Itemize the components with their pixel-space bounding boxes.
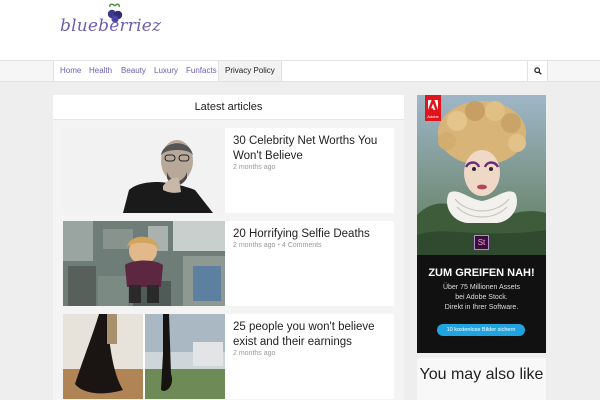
site-header: blueberriez	[0, 0, 600, 60]
stock-badge: St	[474, 235, 489, 250]
nav-item-funfacts[interactable]: Funfacts	[180, 61, 223, 81]
article-title[interactable]: 30 Celebrity Net Worths You Won't Believ…	[233, 134, 389, 164]
search-icon	[534, 67, 542, 75]
article-meta: 2 months ago	[233, 350, 275, 357]
article-meta: 2 months ago • 4 Comments	[233, 242, 322, 249]
nav-bar: Home Health Beauty Luxury Funfacts Priva…	[53, 61, 548, 81]
sidebar-ad[interactable]: Adobe St ZUM GREIFEN NAH! Über 75 Millio…	[417, 95, 546, 353]
ad-line: bei Adobe Stock.	[455, 294, 508, 301]
adobe-wordmark: Adobe	[427, 114, 439, 119]
ad-cta-button[interactable]: 10 kostenlose Bilder sichern	[437, 324, 525, 336]
article-time: 2 months ago	[233, 242, 276, 249]
ad-line: Über 75 Millionen Assets	[442, 284, 521, 291]
section-heading: Latest articles	[53, 95, 404, 120]
ad-subtext: Über 75 Millionen Assets bei Adobe Stock…	[417, 283, 546, 313]
nav-item-privacy-policy[interactable]: Privacy Policy	[218, 61, 282, 81]
article-thumbnail[interactable]	[63, 128, 225, 213]
article-card[interactable]: 20 Horrifying Selfie Deaths 2 months ago…	[63, 221, 394, 306]
ad-headline: ZUM GREIFEN NAH!	[428, 267, 535, 279]
ad-line: Direkt in Ihrer Software.	[444, 304, 519, 311]
portrait-image	[63, 128, 225, 213]
related-heading: You may also like	[419, 366, 544, 383]
rooftop-selfie-image	[63, 221, 225, 306]
article-title[interactable]: 25 people you won't believe exist and th…	[233, 320, 389, 350]
nav-item-beauty[interactable]: Beauty	[115, 61, 152, 81]
article-title[interactable]: 20 Horrifying Selfie Deaths	[233, 227, 389, 242]
article-card[interactable]: 30 Celebrity Net Worths You Won't Believ…	[63, 128, 394, 213]
site-logo[interactable]: blueberriez	[60, 2, 161, 42]
long-hair-image	[63, 314, 225, 399]
article-card[interactable]: 25 people you won't believe exist and th…	[63, 314, 394, 399]
adobe-icon	[428, 100, 438, 110]
article-thumbnail[interactable]	[63, 314, 225, 399]
latest-articles-section: Latest articles 30 Celebrity Net Worths …	[53, 95, 404, 400]
ad-copy: ZUM GREIFEN NAH! Über 75 Millionen Asset…	[417, 255, 546, 353]
article-meta: 2 months ago	[233, 164, 275, 171]
article-thumbnail[interactable]	[63, 221, 225, 306]
nav-item-luxury[interactable]: Luxury	[148, 61, 184, 81]
search-button[interactable]	[527, 61, 547, 81]
logo-text: blueberriez	[60, 16, 162, 36]
nav-item-health[interactable]: Health	[83, 61, 118, 81]
article-comments[interactable]: 4 Comments	[282, 242, 322, 249]
article-time: 2 months ago	[233, 164, 276, 171]
related-widget: You may also like	[417, 358, 546, 400]
adobe-logo: Adobe	[425, 95, 441, 121]
main-navigation: Home Health Beauty Luxury Funfacts Priva…	[0, 60, 600, 82]
article-time: 2 months ago	[233, 350, 276, 357]
meta-separator: •	[277, 242, 280, 249]
